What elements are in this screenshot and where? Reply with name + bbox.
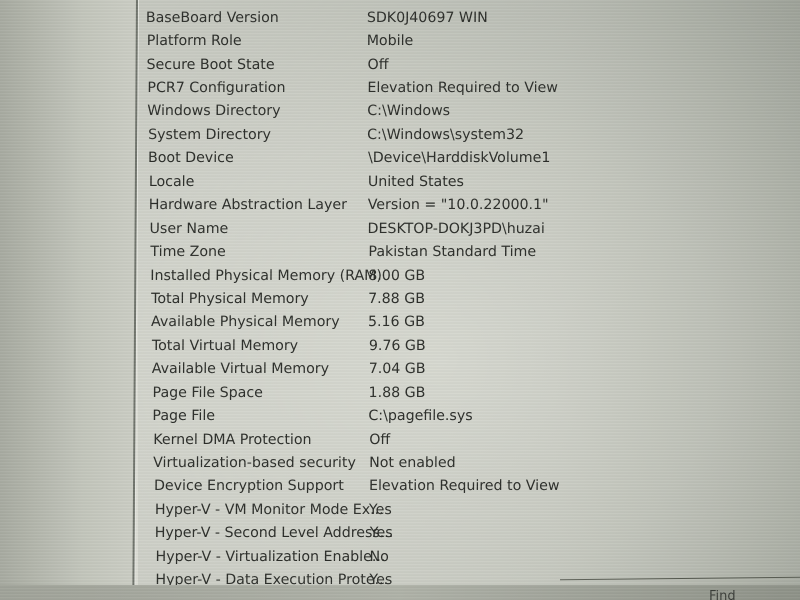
row-item-name: Secure Boot State [146,56,275,73]
row-item-value: Version = "10.0.22000.1" [367,197,549,214]
list-row[interactable]: Locale United States [137,170,800,193]
list-row[interactable]: Page File C:\pagefile.sys [135,404,800,427]
row-item-value: Mobile [366,33,414,50]
row-item-value: \Device\HarddiskVolume1 [367,150,551,167]
system-summary-rows: BaseBoard Version SDK0J40697 WIN Platform … [134,6,800,592]
row-item-name: Windows Directory [147,103,281,120]
list-row[interactable]: User Name DESKTOP-DOKJ3PD\huzai [137,217,800,240]
row-item-value: Pakistan Standard Time [368,244,537,261]
row-item-value: No [369,548,389,565]
list-row[interactable]: Time Zone Pakistan Standard Time [136,240,800,263]
row-item-value: Not enabled [369,455,456,472]
row-item-value: 9.76 GB [368,337,426,354]
system-summary-list[interactable]: BaseBoard Version SDK0J40697 WIN Platform … [132,0,800,588]
list-row[interactable]: Secure Boot State Off [138,53,800,76]
row-item-name: User Name [149,220,229,237]
row-item-name: BaseBoard Version [145,9,279,26]
row-item-value: Yes [368,501,392,518]
list-row[interactable]: Available Virtual Memory 7.04 GB [136,358,800,381]
row-item-value: C:\pagefile.sys [368,408,473,425]
row-item-name: Total Virtual Memory [151,337,299,354]
list-row[interactable]: Page File Space 1.88 GB [136,381,800,404]
row-item-name: Platform Role [146,33,242,50]
row-item-name: Page File Space [152,384,263,401]
list-row[interactable]: PCR7 Configuration Elevation Required to … [137,76,800,99]
row-item-value: C:\Windows [367,103,451,120]
row-item-name: Kernel DMA Protection [153,431,312,448]
row-item-value: DESKTOP-DOKJ3PD\huzai [367,220,545,237]
list-row[interactable]: Total Physical Memory 7.88 GB [136,287,800,310]
row-item-name: Boot Device [147,150,234,167]
row-item-value: Elevation Required to View [367,80,558,97]
list-row[interactable]: Virtualization-based security Not enabled [135,451,800,474]
row-item-value: Off [369,431,391,448]
list-row[interactable]: Hyper-V - Virtualization Enable... No [135,545,800,568]
list-row[interactable]: Kernel DMA Protection Off [135,428,800,451]
row-item-name: Time Zone [150,244,226,261]
row-item-value: 1.88 GB [368,384,426,401]
list-row[interactable]: System Directory C:\Windows\system32 [137,123,800,146]
row-item-value: 7.88 GB [368,290,426,307]
row-item-value: Yes [369,525,393,542]
row-item-name: Installed Physical Memory (RAM) [150,267,383,284]
row-item-name: Hardware Abstraction Layer [148,197,348,214]
row-item-name: Locale [148,173,195,190]
list-row[interactable]: Hyper-V - VM Monitor Mode Ex... Yes [135,498,800,521]
list-row[interactable]: Device Encryption Support Elevation Requi… [135,475,800,498]
list-row[interactable]: Installed Physical Memory (RAM) 8.00 GB [136,264,800,287]
list-row[interactable]: Hyper-V - Second Level Address... Yes [135,522,800,545]
row-item-name: Virtualization-based security [153,455,356,472]
list-row[interactable]: Available Physical Memory 5.16 GB [136,311,800,334]
row-item-name: Available Virtual Memory [151,361,330,378]
row-item-name: Hyper-V - Second Level Address... [154,525,394,542]
row-item-value: Off [367,56,389,73]
row-item-name: Hyper-V - VM Monitor Mode Ex... [154,501,384,518]
category-tree-pane[interactable] [0,0,138,600]
row-item-value: Elevation Required to View [368,478,560,495]
row-item-value: C:\Windows\system32 [367,126,525,143]
row-item-name: Hyper-V - Virtualization Enable... [155,548,386,565]
list-row[interactable]: BaseBoard Version SDK0J40697 WIN [138,6,800,29]
list-row[interactable]: Platform Role Mobile [138,29,800,52]
row-item-name: Total Physical Memory [151,290,309,307]
list-row[interactable]: Total Virtual Memory 9.76 GB [136,334,800,357]
row-item-value: 8.00 GB [368,267,426,284]
row-item-name: Page File [152,408,216,425]
find-bar [0,585,800,600]
row-item-value: SDK0J40697 WIN [366,9,488,26]
list-row[interactable]: Windows Directory C:\Windows [137,100,800,123]
row-item-value: United States [367,173,464,190]
row-item-name: Device Encryption Support [153,478,344,495]
find-button[interactable]: Find [709,589,736,600]
row-item-name: Available Physical Memory [150,314,340,331]
row-item-name: PCR7 Configuration [147,80,286,97]
row-item-value: 5.16 GB [367,314,425,331]
list-row[interactable]: Boot Device \Device\HarddiskVolume1 [137,147,800,170]
list-row[interactable]: Hardware Abstraction Layer Version = "10.… [137,194,800,217]
row-item-name: System Directory [148,126,272,143]
row-item-value: 7.04 GB [368,361,426,378]
